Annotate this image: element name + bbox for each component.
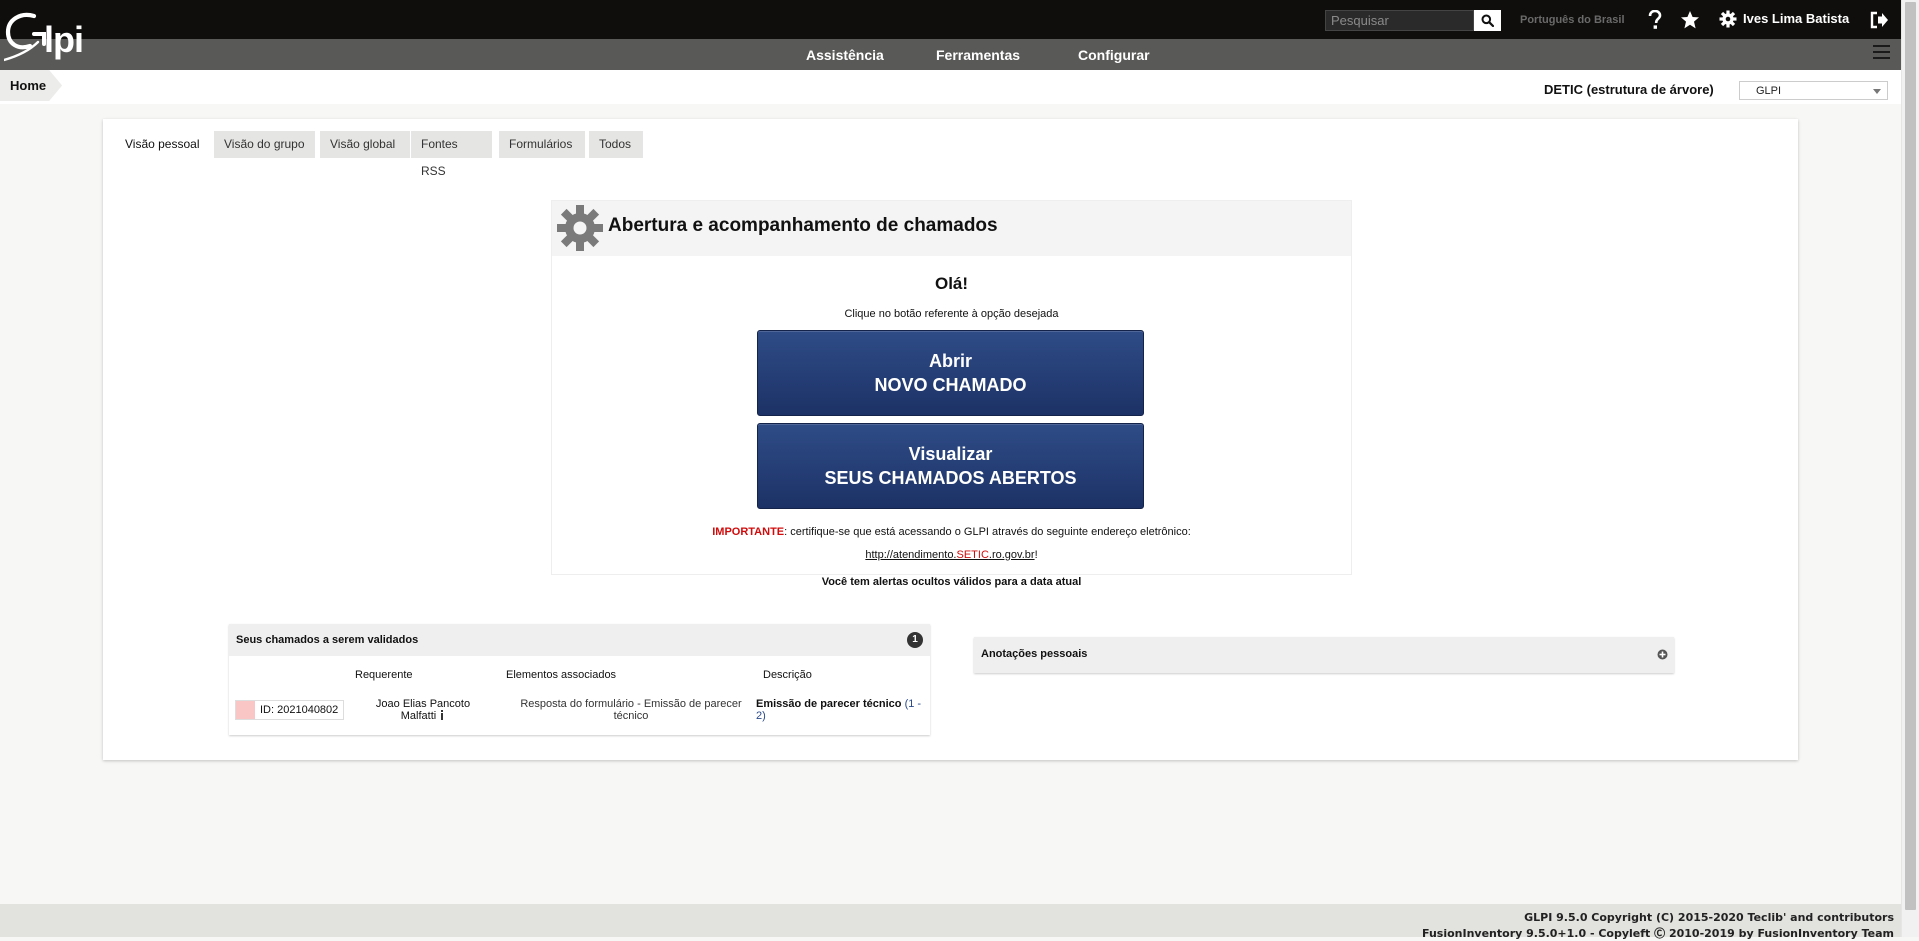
tab-fontes-rss[interactable]: Fontes RSS <box>411 131 492 178</box>
gear-icon <box>557 205 603 251</box>
ticket-id-link[interactable]: ID: 2021040802 <box>235 700 344 720</box>
new-ticket-line1: Abrir <box>928 351 972 371</box>
requester-name[interactable]: Joao Elias Pancoto Malfatti <box>369 698 477 722</box>
search-icon <box>1481 14 1494 27</box>
language-selector[interactable]: Português do Brasil <box>1520 14 1625 26</box>
tickets-widget: Abertura e acompanhamento de chamados Ol… <box>551 200 1352 575</box>
breadcrumb-row: Home DETIC (estrutura de árvore) GLPI <box>0 70 1901 104</box>
svg-text:lpi: lpi <box>44 19 83 60</box>
glpi-logo[interactable]: lpi <box>2 10 96 62</box>
gear-icon[interactable] <box>1717 8 1739 30</box>
tab-visao-global[interactable]: Visão global <box>320 131 410 158</box>
tab-visao-do-grupo[interactable]: Visão do grupo <box>214 131 315 158</box>
important-text: : certifique-se que está acessando o GLP… <box>784 526 1191 538</box>
column-description: Descrição <box>763 669 812 681</box>
menu-ferramentas[interactable]: Ferramentas <box>936 47 1020 63</box>
breadcrumb-home[interactable]: Home <box>0 70 62 101</box>
hamburger-menu-icon[interactable] <box>1873 45 1890 61</box>
top-bar: Português do Brasil Ives L <box>0 0 1901 39</box>
tab-todos[interactable]: Todos <box>589 131 643 158</box>
menu-assistencia[interactable]: Assistência <box>806 47 884 63</box>
tickets-to-validate-widget: Seus chamados a serem validados 1 Requer… <box>229 624 930 735</box>
help-icon[interactable] <box>1644 9 1666 31</box>
search-box <box>1325 10 1501 33</box>
entity-select[interactable]: GLPI <box>1739 81 1888 100</box>
scrollbar-thumb[interactable] <box>1905 2 1916 910</box>
tab-visao-pessoal[interactable]: Visão pessoal <box>115 131 210 158</box>
entity-label: DETIC (estrutura de árvore) <box>1544 82 1714 97</box>
ticket-description[interactable]: Emissão de parecer técnico (1 - 2) <box>756 698 922 722</box>
widget-header: Abertura e acompanhamento de chamados <box>552 201 1351 256</box>
validate-count-badge: 1 <box>907 632 923 648</box>
add-note-icon[interactable] <box>1657 649 1668 660</box>
associated-item[interactable]: Resposta do formulário - Emissão de pare… <box>511 698 751 722</box>
important-label: IMPORTANTE <box>712 526 785 538</box>
important-notice: IMPORTANTE: certifique-se que está acess… <box>552 526 1351 538</box>
user-name[interactable]: Ives Lima Batista <box>1743 11 1849 26</box>
widget-title: Abertura e acompanhamento de chamados <box>608 215 998 236</box>
personal-notes-widget[interactable]: Anotações pessoais <box>974 637 1674 673</box>
footer: GLPI 9.5.0 Copyright (C) 2015-2020 Tecli… <box>0 904 1901 940</box>
official-url-link[interactable]: http://atendimento.SETIC.ro.gov.br <box>865 549 1034 561</box>
table-row: ID: 2021040802 Joao Elias Pancoto Malfat… <box>229 691 930 735</box>
chevron-down-icon <box>1873 89 1881 94</box>
star-icon[interactable] <box>1679 9 1701 31</box>
url-line: http://atendimento.SETIC.ro.gov.br! <box>865 549 1038 561</box>
footer-copyright: GLPI 9.5.0 Copyright (C) 2015-2020 Tecli… <box>1524 911 1894 924</box>
logout-icon[interactable] <box>1868 9 1890 31</box>
validate-title[interactable]: Seus chamados a serem validados <box>236 634 418 646</box>
new-ticket-line2: NOVO CHAMADO <box>874 375 1027 395</box>
greeting: Olá! <box>934 274 969 293</box>
column-requester: Requerente <box>355 669 413 681</box>
tab-formularios[interactable]: Formulários <box>499 131 585 158</box>
instruction-text: Clique no botão referente à opção deseja… <box>844 308 1059 320</box>
main-panel: Visão pessoal Visão do grupo Visão globa… <box>103 119 1798 760</box>
view-open-tickets-button[interactable]: Visualizar SEUS CHAMADOS ABERTOS <box>757 423 1144 509</box>
hidden-alerts-text: Você tem alertas ocultos válidos para a … <box>821 576 1082 588</box>
main-menu-bar: Assistência Ferramentas Configurar <box>0 39 1901 70</box>
entity-select-value: GLPI <box>1756 85 1782 97</box>
footer-plugin-copyright: FusionInventory 9.5.0+1.0 - Copyleft Ⓒ 2… <box>1421 927 1894 940</box>
info-icon[interactable] <box>439 710 445 720</box>
priority-swatch <box>236 701 255 719</box>
new-ticket-button[interactable]: Abrir NOVO CHAMADO <box>757 330 1144 416</box>
personal-notes-title: Anotações pessoais <box>981 648 1088 660</box>
view-tickets-line1: Visualizar <box>908 444 993 464</box>
search-button[interactable] <box>1474 10 1501 31</box>
view-tickets-line2: SEUS CHAMADOS ABERTOS <box>824 468 1077 488</box>
validate-header: Seus chamados a serem validados 1 <box>229 624 930 656</box>
search-input[interactable] <box>1325 10 1474 31</box>
menu-configurar[interactable]: Configurar <box>1078 47 1150 63</box>
column-associated-items: Elementos associados <box>506 669 617 681</box>
vertical-scrollbar[interactable] <box>1901 0 1919 937</box>
